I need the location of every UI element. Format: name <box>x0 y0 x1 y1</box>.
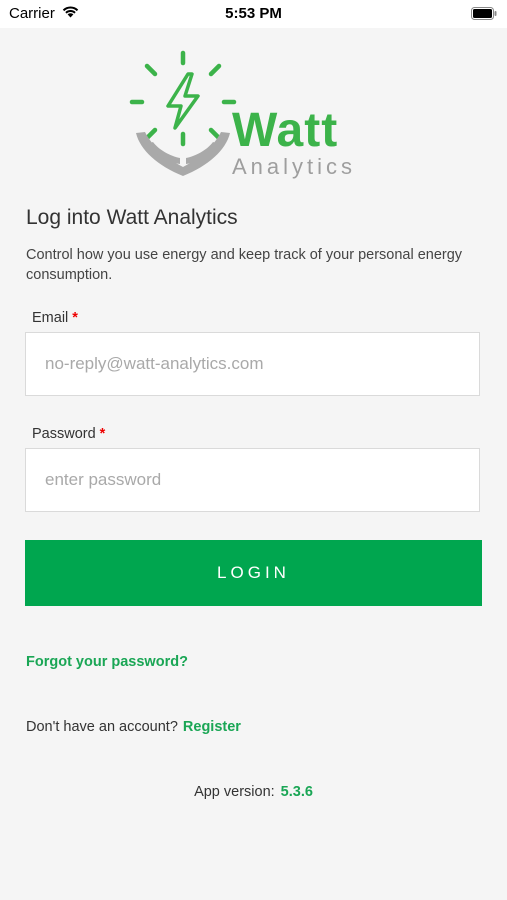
status-bar: Carrier 5:53 PM <box>0 0 507 28</box>
page-subtitle: Control how you use energy and keep trac… <box>26 247 463 283</box>
password-label-text: Password <box>32 426 96 442</box>
required-mark: * <box>72 310 78 326</box>
register-link[interactable]: Register <box>183 719 241 735</box>
email-field-container <box>25 332 480 396</box>
forgot-password-link[interactable]: Forgot your password? <box>26 654 188 670</box>
logo-word-watt: Watt <box>232 104 339 157</box>
logo-word-analytics: Analytics <box>232 154 357 179</box>
watt-analytics-logo: Watt Analytics <box>128 48 380 184</box>
email-label: Email * <box>32 310 78 326</box>
no-account-text: Don't have an account? <box>26 719 178 735</box>
password-label: Password * <box>32 426 105 442</box>
login-button[interactable]: LOGIN <box>25 540 482 606</box>
lightning-bolt-icon <box>166 72 200 130</box>
status-time: 5:53 PM <box>225 5 282 22</box>
sun-rays-icon <box>129 50 237 147</box>
battery-icon <box>471 7 497 20</box>
email-label-text: Email <box>32 310 69 326</box>
version-label: App version: <box>194 784 275 800</box>
password-field-container <box>25 448 480 512</box>
register-row: Don't have an account? Register <box>26 719 241 735</box>
page-title: Log into Watt Analytics <box>26 206 238 229</box>
email-field[interactable] <box>26 354 479 374</box>
version-value: 5.3.6 <box>280 784 313 800</box>
required-mark: * <box>99 426 106 442</box>
app-version: App version: 5.3.6 <box>0 784 507 800</box>
password-field[interactable] <box>26 470 479 490</box>
